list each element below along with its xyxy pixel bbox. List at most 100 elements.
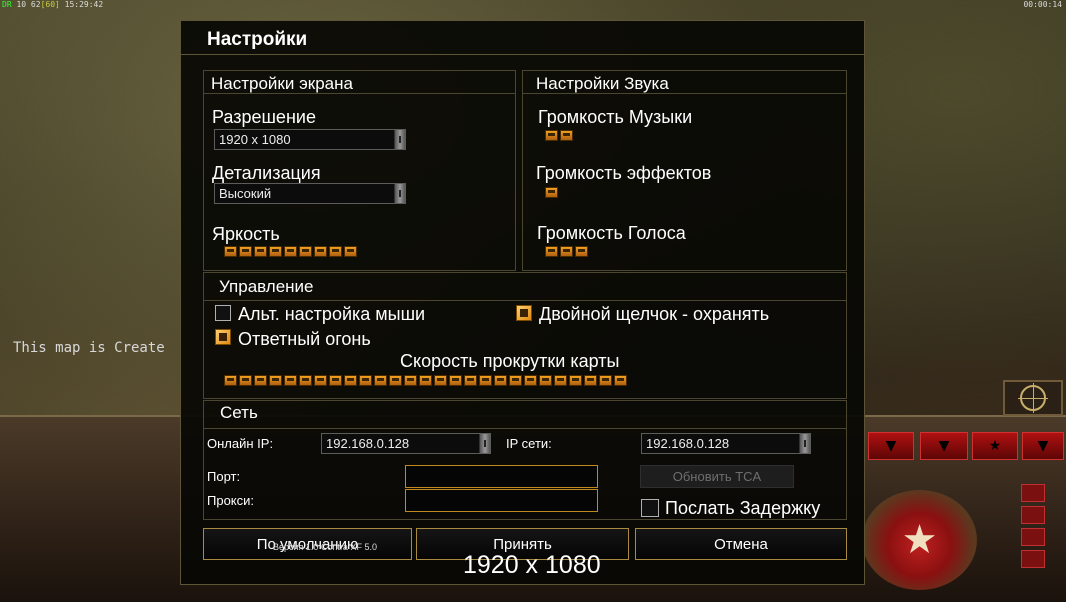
- lan-ip-select[interactable]: 192.168.0.128: [641, 433, 811, 454]
- online-ip-select[interactable]: 192.168.0.128: [321, 433, 491, 454]
- slider-segment: [239, 246, 252, 257]
- slider-segment: [344, 246, 357, 257]
- slider-segment: [569, 375, 582, 386]
- slider-segment: [599, 375, 612, 386]
- slider-segment: [284, 246, 297, 257]
- divider: [181, 54, 864, 55]
- screen-settings-header: Настройки экрана: [211, 74, 353, 93]
- double-click-guard-label: Двойной щелчок - охранять: [539, 304, 770, 324]
- network-header: Сеть: [220, 403, 258, 422]
- cancel-button[interactable]: Отмена: [635, 528, 847, 560]
- slider-segment: [224, 375, 237, 386]
- slider-segment: [269, 246, 282, 257]
- sidebar-tab-3[interactable]: ★: [972, 432, 1018, 460]
- build-slot[interactable]: [1021, 550, 1045, 568]
- version-text: Версия 1.0 Contra XF 5.0: [273, 542, 377, 552]
- build-slot[interactable]: [1021, 528, 1045, 546]
- slider-segment: [344, 375, 357, 386]
- effects-volume-label: Громкость эффектов: [536, 163, 712, 183]
- return-fire-label: Ответный огонь: [238, 329, 371, 349]
- build-slot[interactable]: [1021, 484, 1045, 502]
- dialog-title: Настройки: [207, 29, 308, 50]
- sidebar-tab-1[interactable]: ▼: [868, 432, 914, 460]
- voice-volume-slider[interactable]: [545, 246, 591, 260]
- settings-dialog: Настройки Настройки экрана Разрешение 19…: [180, 20, 865, 585]
- slider-segment: [449, 375, 462, 386]
- slider-segment: [560, 130, 573, 141]
- slider-segment: [554, 375, 567, 386]
- slider-segment: [560, 246, 573, 257]
- resolution-label: Разрешение: [212, 107, 316, 127]
- scroll-arrow-icon[interactable]: [394, 184, 405, 203]
- resolution-overlay: 1920 x 1080: [463, 551, 601, 579]
- music-volume-label: Громкость Музыки: [538, 107, 693, 127]
- slider-segment: [239, 375, 252, 386]
- build-slot[interactable]: [1021, 506, 1045, 524]
- alt-mouse-label: Альт. настройка мыши: [238, 304, 426, 324]
- slider-segment: [254, 246, 267, 257]
- send-delay-label: Послать Задержку: [665, 498, 821, 518]
- brightness-slider[interactable]: [224, 246, 365, 260]
- slider-segment: [524, 375, 537, 386]
- lan-ip-label: IP сети:: [506, 436, 552, 451]
- slider-segment: [404, 375, 417, 386]
- scroll-arrow-icon[interactable]: [394, 130, 405, 149]
- slider-segment: [329, 375, 342, 386]
- slider-segment: [509, 375, 522, 386]
- online-ip-label: Онлайн IP:: [207, 436, 274, 451]
- proxy-input[interactable]: [405, 489, 598, 512]
- slider-segment: [539, 375, 552, 386]
- alt-mouse-checkbox[interactable]: [215, 305, 231, 321]
- slider-segment: [614, 375, 627, 386]
- radar-button[interactable]: [1003, 380, 1063, 416]
- port-label: Порт:: [207, 469, 241, 484]
- proxy-label: Прокси:: [207, 493, 255, 508]
- voice-volume-label: Громкость Голоса: [537, 223, 686, 243]
- slider-segment: [314, 375, 327, 386]
- detail-select[interactable]: Высокий: [214, 183, 406, 204]
- slider-segment: [575, 246, 588, 257]
- slider-segment: [479, 375, 492, 386]
- scroll-arrow-icon[interactable]: [799, 434, 810, 453]
- slider-segment: [389, 375, 402, 386]
- slider-segment: [545, 187, 558, 198]
- slider-segment: [359, 375, 372, 386]
- slider-segment: [329, 246, 342, 257]
- scroll-speed-slider[interactable]: [224, 375, 627, 389]
- slider-segment: [584, 375, 597, 386]
- faction-emblem-icon: ★: [862, 490, 977, 590]
- slider-segment: [299, 375, 312, 386]
- slider-segment: [464, 375, 477, 386]
- slider-segment: [269, 375, 282, 386]
- game-clock: 00:00:14: [1023, 0, 1062, 9]
- update-tca-button[interactable]: Обновить TCA: [640, 465, 794, 488]
- map-message: This map is Create: [13, 340, 165, 356]
- return-fire-checkbox[interactable]: [215, 329, 231, 345]
- detail-label: Детализация: [212, 163, 321, 183]
- resolution-select[interactable]: 1920 x 1080: [214, 129, 406, 150]
- slider-segment: [374, 375, 387, 386]
- music-volume-slider[interactable]: [545, 130, 576, 144]
- port-input[interactable]: [405, 465, 598, 488]
- double-click-guard-checkbox[interactable]: [516, 305, 532, 321]
- slider-segment: [284, 375, 297, 386]
- slider-segment: [299, 246, 312, 257]
- slider-segment: [254, 375, 267, 386]
- slider-segment: [545, 246, 558, 257]
- brightness-label: Яркость: [212, 224, 280, 244]
- crosshair-icon: [1018, 383, 1048, 413]
- fps-counter: DR 10 62[60] 15:29:42: [2, 0, 104, 9]
- slider-segment: [494, 375, 507, 386]
- send-delay-checkbox[interactable]: [641, 499, 659, 517]
- slider-segment: [419, 375, 432, 386]
- sidebar-tab-2[interactable]: ▼: [920, 432, 968, 460]
- controls-header: Управление: [219, 277, 314, 296]
- sidebar-tab-4[interactable]: ▼: [1022, 432, 1064, 460]
- effects-volume-slider[interactable]: [545, 187, 561, 201]
- scroll-arrow-icon[interactable]: [479, 434, 490, 453]
- slider-segment: [314, 246, 327, 257]
- scroll-speed-label: Скорость прокрутки карты: [400, 351, 620, 371]
- slider-segment: [545, 130, 558, 141]
- sound-settings-header: Настройки Звука: [536, 74, 669, 93]
- slider-segment: [434, 375, 447, 386]
